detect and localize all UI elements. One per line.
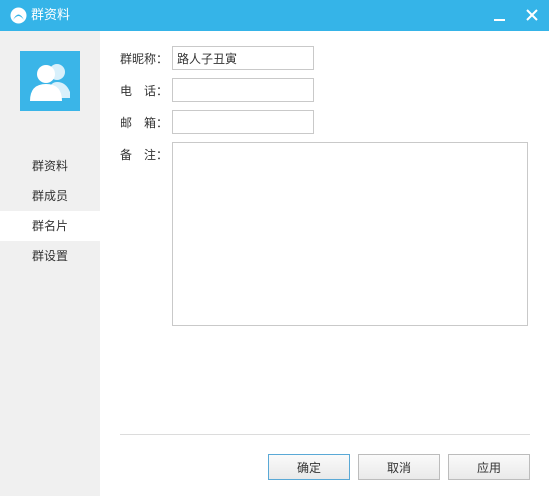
ok-button[interactable]: 确定 (268, 454, 350, 480)
email-label: 邮 箱： (120, 116, 169, 130)
sidebar-item-label: 群名片 (32, 219, 69, 233)
sidebar-item-group-card[interactable]: 群名片 (0, 211, 100, 241)
sidebar-item-label: 群设置 (32, 249, 69, 263)
sidebar-item-group-settings[interactable]: 群设置 (0, 241, 100, 271)
note-label: 备 注： (120, 148, 169, 162)
phone-field[interactable] (172, 78, 314, 102)
apply-button[interactable]: 应用 (448, 454, 530, 480)
phone-label: 电 话： (120, 84, 169, 98)
minimize-button[interactable] (482, 0, 516, 31)
close-icon (526, 9, 538, 21)
sidebar-item-label: 群成员 (32, 189, 69, 203)
minimize-icon (494, 19, 505, 21)
group-avatar-icon (30, 64, 70, 101)
email-field[interactable] (172, 110, 314, 134)
nickname-field[interactable] (172, 46, 314, 70)
sidebar-item-group-members[interactable]: 群成员 (0, 181, 100, 211)
sidebar-item-group-info[interactable]: 群资料 (0, 151, 100, 181)
sidebar: 群资料 群成员 群名片 群设置 (0, 31, 100, 496)
close-button[interactable] (515, 0, 549, 31)
divider (120, 434, 530, 435)
app-logo-icon (10, 7, 27, 24)
group-avatar (20, 51, 80, 111)
group-info-window: 群资料 群资料 群成员 群名片 群设置 群昵称： 路人子丑寅 电 话： 邮 箱：… (0, 0, 549, 496)
titlebar: 群资料 (0, 0, 549, 31)
note-field[interactable] (172, 142, 528, 326)
nickname-label: 群昵称： (120, 52, 169, 66)
sidebar-item-label: 群资料 (32, 159, 69, 173)
window-title: 群资料 (31, 8, 71, 23)
cancel-button[interactable]: 取消 (358, 454, 440, 480)
